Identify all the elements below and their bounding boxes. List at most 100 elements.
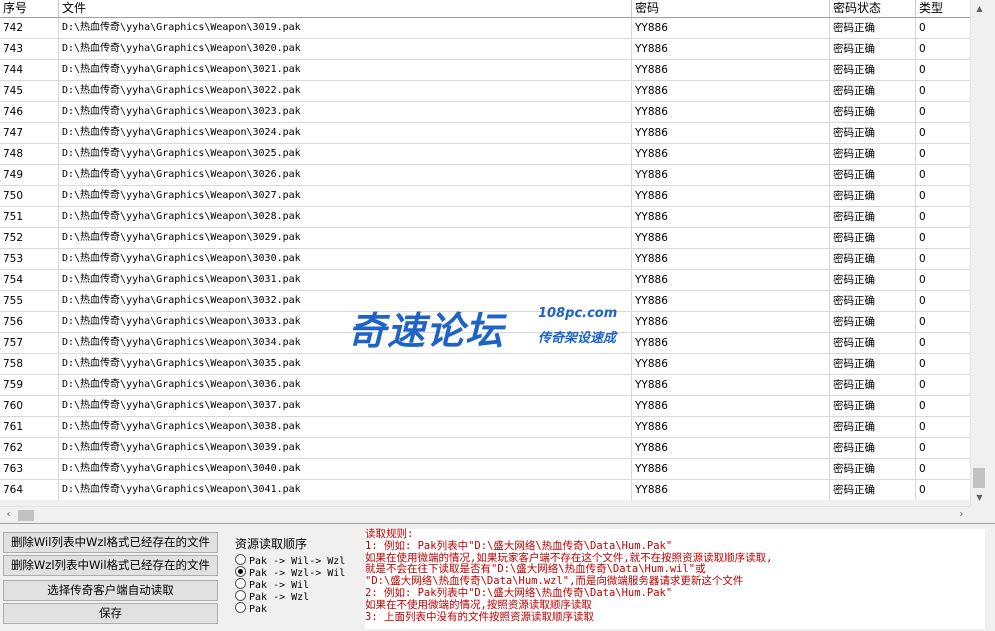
- cell-file-path: D:\热血传奇\yyha\Graphics\Weapon\3026.pak: [59, 165, 632, 185]
- cell-file-path: D:\热血传奇\yyha\Graphics\Weapon\3030.pak: [59, 249, 632, 269]
- table-row[interactable]: 764 D:\热血传奇\yyha\Graphics\Weapon\3041.pak…: [0, 480, 970, 500]
- cell-index: 742: [0, 18, 59, 38]
- cell-index: 743: [0, 39, 59, 59]
- cell-password-status: 密码正确: [830, 207, 916, 227]
- cell-type: 0: [919, 421, 926, 433]
- scroll-left-icon[interactable]: ‹: [0, 507, 17, 524]
- radio-icon[interactable]: [235, 566, 246, 577]
- order-option-3[interactable]: Pak -> Wzl: [235, 590, 309, 603]
- table-row[interactable]: 744 D:\热血传奇\yyha\Graphics\Weapon\3021.pak…: [0, 60, 970, 81]
- rules-line: 2: 例如: Pak列表中"D:\盛大网络\热血传奇\Data\Hum.Pak": [365, 586, 673, 599]
- table-row[interactable]: 754 D:\热血传奇\yyha\Graphics\Weapon\3031.pak…: [0, 270, 970, 291]
- cell-password-status: 密码正确: [830, 60, 916, 80]
- cell-file-path: D:\热血传奇\yyha\Graphics\Weapon\3034.pak: [59, 333, 632, 353]
- cell-password: YY886: [632, 375, 830, 395]
- table-row[interactable]: 761 D:\热血传奇\yyha\Graphics\Weapon\3038.pak…: [0, 417, 970, 438]
- cell-type: 0: [919, 253, 926, 265]
- table-row[interactable]: 746 D:\热血传奇\yyha\Graphics\Weapon\3023.pak…: [0, 102, 970, 123]
- save-button[interactable]: 保存: [3, 603, 218, 624]
- cell-password-status: 密码正确: [830, 249, 916, 269]
- horizontal-scroll-thumb[interactable]: [18, 510, 34, 521]
- cell-password: YY886: [632, 291, 830, 311]
- table-row[interactable]: 743 D:\热血传奇\yyha\Graphics\Weapon\3020.pak…: [0, 39, 970, 60]
- cell-password: YY886: [632, 102, 830, 122]
- vertical-scroll-thumb[interactable]: [973, 468, 985, 488]
- table-row[interactable]: 752 D:\热血传奇\yyha\Graphics\Weapon\3029.pak…: [0, 228, 970, 249]
- order-option-4[interactable]: Pak: [235, 602, 267, 615]
- header-type[interactable]: 类型: [916, 0, 970, 17]
- read-rules-panel: 读取规则: 1: 例如: Pak列表中"D:\盛大网络\热血传奇\Data\Hu…: [365, 528, 985, 629]
- delete-wil-duplicates-button[interactable]: 删除Wil列表中Wzl格式已经存在的文件: [3, 532, 218, 553]
- cell-type: 0: [919, 463, 926, 475]
- file-list-grid[interactable]: 序号 文件 密码 密码状态 类型 742 D:\热血传奇\yyha\Graphic…: [0, 0, 970, 500]
- radio-icon[interactable]: [235, 578, 246, 589]
- cell-index: 750: [0, 186, 59, 206]
- table-row[interactable]: 758 D:\热血传奇\yyha\Graphics\Weapon\3035.pak…: [0, 354, 970, 375]
- scroll-up-icon[interactable]: ▲: [971, 0, 988, 17]
- cell-index: 752: [0, 228, 59, 248]
- cell-file-path: D:\热血传奇\yyha\Graphics\Weapon\3035.pak: [59, 354, 632, 374]
- cell-file-path: D:\热血传奇\yyha\Graphics\Weapon\3024.pak: [59, 123, 632, 143]
- cell-type: 0: [919, 169, 926, 181]
- cell-index: 759: [0, 375, 59, 395]
- resource-order-title: 资源读取顺序: [235, 537, 308, 551]
- table-row[interactable]: 760 D:\热血传奇\yyha\Graphics\Weapon\3037.pak…: [0, 396, 970, 417]
- cell-index: 763: [0, 459, 59, 479]
- cell-file-path: D:\热血传奇\yyha\Graphics\Weapon\3023.pak: [59, 102, 632, 122]
- cell-password: YY886: [632, 480, 830, 500]
- cell-file-path: D:\热血传奇\yyha\Graphics\Weapon\3033.pak: [59, 312, 632, 332]
- table-row[interactable]: 748 D:\热血传奇\yyha\Graphics\Weapon\3025.pak…: [0, 144, 970, 165]
- table-row[interactable]: 745 D:\热血传奇\yyha\Graphics\Weapon\3022.pak…: [0, 81, 970, 102]
- table-row[interactable]: 750 D:\热血传奇\yyha\Graphics\Weapon\3027.pak…: [0, 186, 970, 207]
- scroll-down-icon[interactable]: ▼: [971, 489, 988, 506]
- table-row[interactable]: 762 D:\热血传奇\yyha\Graphics\Weapon\3039.pak…: [0, 438, 970, 459]
- auto-read-client-button[interactable]: 选择传奇客户端自动读取: [3, 580, 218, 601]
- table-row[interactable]: 755 D:\热血传奇\yyha\Graphics\Weapon\3032.pak…: [0, 291, 970, 312]
- cell-index: 758: [0, 354, 59, 374]
- radio-icon[interactable]: [235, 590, 246, 601]
- radio-icon[interactable]: [235, 554, 246, 565]
- cell-password-status: 密码正确: [830, 480, 916, 500]
- order-option-1[interactable]: Pak -> Wzl-> Wil: [235, 566, 345, 579]
- cell-type: 0: [919, 64, 926, 76]
- cell-index: 746: [0, 102, 59, 122]
- order-option-0[interactable]: Pak -> Wil-> Wzl: [235, 554, 345, 567]
- header-index[interactable]: 序号: [0, 0, 59, 17]
- cell-type: 0: [919, 106, 926, 118]
- cell-type: 0: [919, 211, 926, 223]
- table-row[interactable]: 753 D:\热血传奇\yyha\Graphics\Weapon\3030.pak…: [0, 249, 970, 270]
- vertical-scrollbar[interactable]: ▲ ▼: [970, 0, 987, 506]
- table-row[interactable]: 749 D:\热血传奇\yyha\Graphics\Weapon\3026.pak…: [0, 165, 970, 186]
- grid-header: 序号 文件 密码 密码状态 类型: [0, 0, 970, 18]
- cell-type: 0: [919, 484, 926, 496]
- table-row[interactable]: 751 D:\热血传奇\yyha\Graphics\Weapon\3028.pak…: [0, 207, 970, 228]
- cell-index: 764: [0, 480, 59, 500]
- cell-file-path: D:\热血传奇\yyha\Graphics\Weapon\3022.pak: [59, 81, 632, 101]
- cell-password-status: 密码正确: [830, 333, 916, 353]
- header-password[interactable]: 密码: [632, 0, 830, 17]
- header-file[interactable]: 文件: [59, 0, 632, 17]
- delete-wzl-duplicates-button[interactable]: 删除Wzl列表中Wil格式已经存在的文件: [3, 555, 218, 576]
- cell-file-path: D:\热血传奇\yyha\Graphics\Weapon\3021.pak: [59, 60, 632, 80]
- header-password-status[interactable]: 密码状态: [830, 0, 916, 17]
- cell-password-status: 密码正确: [830, 228, 916, 248]
- cell-password-status: 密码正确: [830, 375, 916, 395]
- cell-type: 0: [919, 295, 926, 307]
- cell-index: 749: [0, 165, 59, 185]
- table-row[interactable]: 757 D:\热血传奇\yyha\Graphics\Weapon\3034.pak…: [0, 333, 970, 354]
- table-row[interactable]: 747 D:\热血传奇\yyha\Graphics\Weapon\3024.pak…: [0, 123, 970, 144]
- radio-icon[interactable]: [235, 602, 246, 613]
- cell-type: 0: [919, 358, 926, 370]
- cell-password-status: 密码正确: [830, 81, 916, 101]
- order-option-2[interactable]: Pak -> Wil: [235, 578, 309, 591]
- cell-password-status: 密码正确: [830, 291, 916, 311]
- scroll-right-icon[interactable]: ›: [953, 507, 970, 524]
- table-row[interactable]: 763 D:\热血传奇\yyha\Graphics\Weapon\3040.pak…: [0, 459, 970, 480]
- cell-index: 760: [0, 396, 59, 416]
- table-row[interactable]: 742 D:\热血传奇\yyha\Graphics\Weapon\3019.pak…: [0, 18, 970, 39]
- table-row[interactable]: 756 D:\热血传奇\yyha\Graphics\Weapon\3033.pak…: [0, 312, 970, 333]
- cell-type: 0: [919, 22, 926, 34]
- horizontal-scrollbar[interactable]: ‹ ›: [0, 506, 970, 523]
- cell-index: 762: [0, 438, 59, 458]
- table-row[interactable]: 759 D:\热血传奇\yyha\Graphics\Weapon\3036.pak…: [0, 375, 970, 396]
